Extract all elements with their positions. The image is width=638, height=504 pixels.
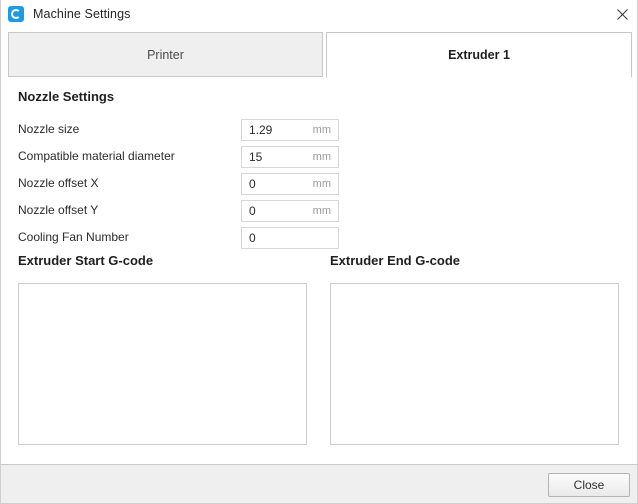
label-material-diameter: Compatible material diameter	[18, 149, 175, 163]
title-bar: Machine Settings	[1, 0, 637, 28]
field-row-nozzle-offset-y: Nozzle offset Y 0 mm	[18, 200, 618, 222]
label-nozzle-offset-x: Nozzle offset X	[18, 176, 99, 190]
nozzle-settings-heading: Nozzle Settings	[18, 89, 115, 104]
close-button-label: Close	[573, 478, 605, 492]
dialog-footer: Close	[1, 464, 637, 503]
label-nozzle-size: Nozzle size	[18, 122, 80, 136]
input-nozzle-offset-y-value: 0	[249, 204, 256, 218]
machine-settings-dialog: Machine Settings Printer Extruder 1 Nozz…	[0, 0, 638, 504]
extruder-start-gcode-textarea[interactable]	[18, 283, 307, 445]
window-title: Machine Settings	[33, 7, 131, 21]
field-row-material-diameter: Compatible material diameter 15 mm	[18, 146, 618, 168]
extruder-settings-panel: Nozzle Settings Nozzle size 1.29 mm Comp…	[1, 78, 637, 464]
close-button[interactable]: Close	[548, 473, 630, 497]
close-icon[interactable]	[605, 0, 637, 28]
label-cooling-fan-number: Cooling Fan Number	[18, 230, 129, 244]
tab-printer[interactable]: Printer	[8, 32, 323, 77]
input-nozzle-size-unit: mm	[312, 124, 331, 136]
input-nozzle-offset-y-unit: mm	[312, 205, 331, 217]
input-cooling-fan-number-value: 0	[249, 231, 256, 245]
label-nozzle-offset-y: Nozzle offset Y	[18, 203, 99, 217]
tab-extruder-1-label: Extruder 1	[448, 48, 510, 62]
input-material-diameter[interactable]: 15 mm	[241, 146, 339, 168]
field-row-nozzle-offset-x: Nozzle offset X 0 mm	[18, 173, 618, 195]
extruder-end-gcode-heading: Extruder End G-code	[330, 253, 461, 268]
input-material-diameter-value: 15	[249, 150, 263, 164]
input-material-diameter-unit: mm	[312, 151, 331, 163]
input-nozzle-offset-x-value: 0	[249, 177, 256, 191]
input-nozzle-offset-y[interactable]: 0 mm	[241, 200, 339, 222]
tab-extruder-1[interactable]: Extruder 1	[326, 32, 632, 78]
input-nozzle-size[interactable]: 1.29 mm	[241, 119, 339, 141]
input-cooling-fan-number[interactable]: 0	[241, 227, 339, 249]
input-nozzle-size-value: 1.29	[249, 123, 273, 137]
cura-logo-icon	[8, 6, 24, 22]
extruder-start-gcode-heading: Extruder Start G-code	[18, 253, 154, 268]
extruder-end-gcode-textarea[interactable]	[330, 283, 619, 445]
input-nozzle-offset-x[interactable]: 0 mm	[241, 173, 339, 195]
tab-printer-label: Printer	[147, 47, 184, 62]
field-row-cooling-fan-number: Cooling Fan Number 0	[18, 227, 618, 249]
input-nozzle-offset-x-unit: mm	[312, 178, 331, 190]
tab-bar: Printer Extruder 1	[1, 28, 637, 78]
field-row-nozzle-size: Nozzle size 1.29 mm	[18, 119, 618, 141]
